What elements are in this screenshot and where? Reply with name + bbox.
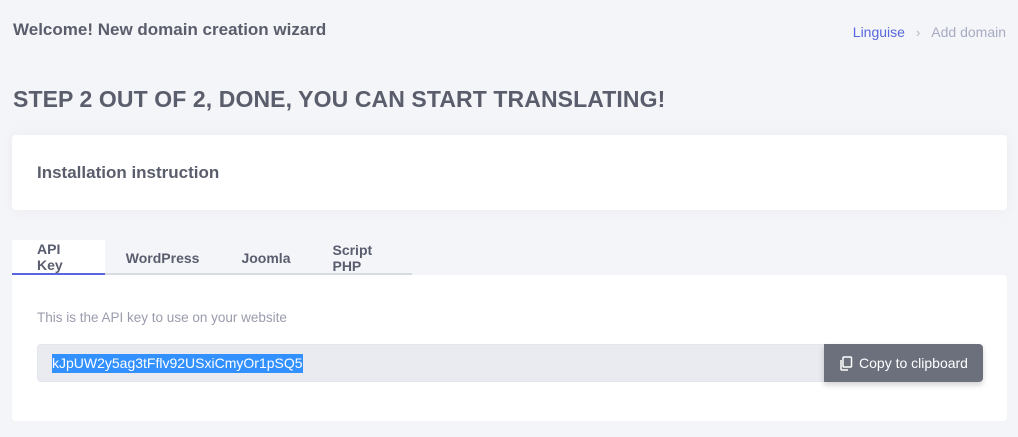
tab-api-key[interactable]: API Key: [12, 240, 105, 275]
step-title: STEP 2 OUT OF 2, DONE, YOU CAN START TRA…: [13, 86, 666, 112]
copy-icon: [840, 355, 853, 371]
installation-card: Installation instruction: [12, 135, 1007, 210]
api-key-description: This is the API key to use on your websi…: [37, 310, 287, 325]
page-header: Welcome! New domain creation wizard Ling…: [0, 0, 1018, 64]
chevron-right-icon: ›: [915, 24, 921, 40]
breadcrumb: Linguise › Add domain: [853, 24, 1006, 40]
tab-joomla[interactable]: Joomla: [220, 240, 311, 275]
breadcrumb-link-linguise[interactable]: Linguise: [853, 24, 905, 40]
page-header-title: Welcome! New domain creation wizard: [13, 20, 327, 39]
tab-script-php[interactable]: Script PHP: [311, 240, 412, 275]
api-key-row: kJpUW2y5ag3tFflv92USxiCmyOr1pSQ5 Copy to…: [37, 344, 983, 382]
api-key-panel: This is the API key to use on your websi…: [12, 275, 1007, 421]
api-key-field[interactable]: kJpUW2y5ag3tFflv92USxiCmyOr1pSQ5: [37, 344, 824, 382]
copy-to-clipboard-button[interactable]: Copy to clipboard: [824, 344, 983, 382]
breadcrumb-current: Add domain: [931, 24, 1006, 40]
api-key-value[interactable]: kJpUW2y5ag3tFflv92USxiCmyOr1pSQ5: [52, 353, 303, 373]
install-tabs: API Key WordPress Joomla Script PHP: [12, 240, 412, 275]
copy-button-label: Copy to clipboard: [859, 355, 968, 371]
tab-wordpress[interactable]: WordPress: [105, 240, 221, 275]
installation-card-title: Installation instruction: [37, 163, 220, 182]
